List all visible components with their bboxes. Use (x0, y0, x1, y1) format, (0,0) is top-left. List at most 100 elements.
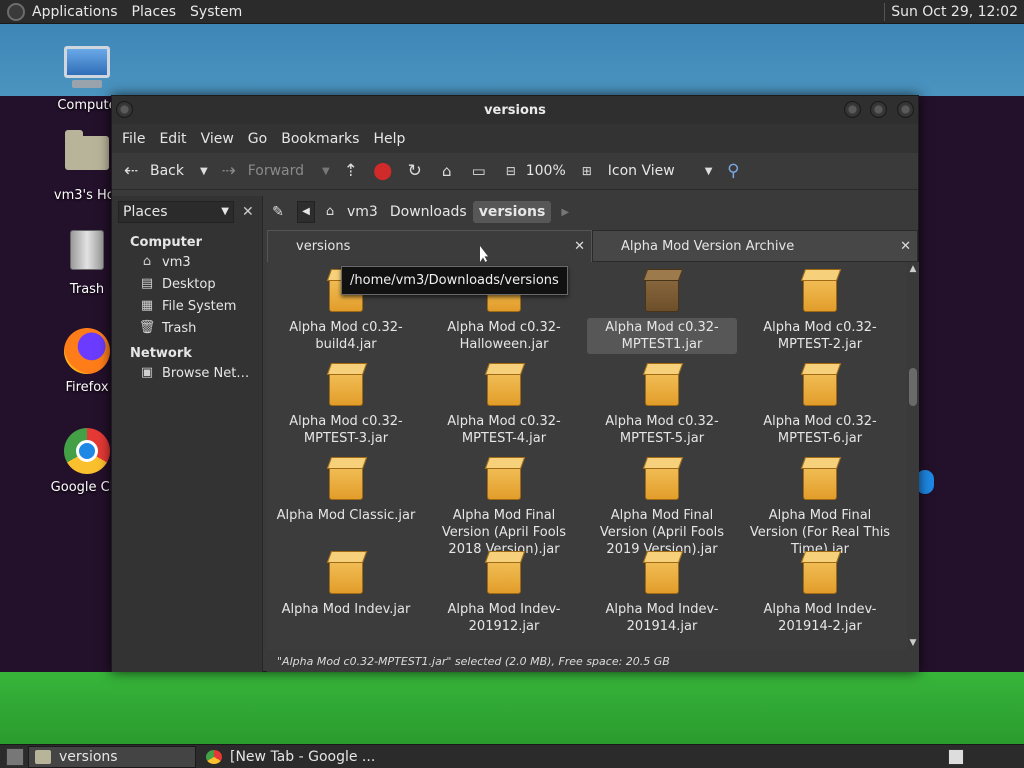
minimize-button[interactable] (844, 101, 861, 118)
menu-go[interactable]: Go (242, 131, 275, 147)
panel-separator (884, 2, 886, 21)
sidebar-item-trash[interactable]: 🗑 Trash (112, 316, 262, 338)
folder-icon (35, 749, 51, 764)
jar-file-icon (329, 462, 363, 500)
stop-button[interactable]: ⬤ (372, 160, 394, 182)
stop-icon: ⬤ (373, 161, 393, 181)
places-menu[interactable]: Places (125, 4, 184, 20)
file-view[interactable]: Alpha Mod c0.32-build4.jar Alpha Mod c0.3… (267, 262, 907, 650)
drive-icon: ▦ (140, 298, 154, 313)
close-button[interactable] (897, 101, 914, 118)
file-grid: Alpha Mod c0.32-build4.jar Alpha Mod c0.3… (267, 270, 907, 646)
show-desktop-icon[interactable] (6, 747, 24, 766)
bottom-panel: versions [New Tab - Google ... (0, 744, 1024, 768)
file-name: Alpha Mod c0.32-MPTEST-6.jar (763, 414, 877, 446)
back-label: Back (150, 163, 184, 179)
zoom-level[interactable]: 100% (526, 163, 566, 179)
up-button[interactable]: ⇡ (340, 160, 362, 182)
file-item[interactable]: Alpha Mod Indev-201914.jar (583, 552, 741, 650)
back-history-dropdown[interactable]: ▼ (200, 166, 208, 177)
window-menu-button[interactable] (116, 101, 133, 118)
sidebar-item-desktop[interactable]: ▤ Desktop (112, 272, 262, 294)
close-sidebar-icon[interactable]: ✕ (242, 204, 254, 220)
file-item[interactable]: Alpha Mod c0.32-MPTEST-6.jar (741, 364, 899, 458)
sidebar-group-network: Network (130, 346, 192, 361)
scrollbar-thumb[interactable] (909, 368, 917, 406)
home-button[interactable]: ⌂ (436, 160, 458, 182)
sidebar-item-file-system[interactable]: ▦ File System (112, 294, 262, 316)
sidebar-item-browse-network[interactable]: ▣ Browse Net… (112, 361, 262, 383)
view-mode-select[interactable]: Icon View ▼ (608, 163, 713, 179)
chrome-icon (63, 428, 111, 476)
distro-logo-icon[interactable] (7, 2, 25, 21)
window-title: versions (484, 102, 546, 118)
reload-icon: ↻ (407, 161, 422, 181)
taskbar-label: [New Tab - Google ... (230, 748, 376, 765)
file-item[interactable]: Alpha Mod c0.32-MPTEST-4.jar (425, 364, 583, 458)
file-item[interactable]: Alpha Mod c0.32-MPTEST1.jar (583, 270, 741, 364)
sidebar-item-vm3[interactable]: ⌂ vm3 (112, 250, 262, 272)
file-name: Alpha Mod c0.32-MPTEST-5.jar (605, 414, 719, 446)
computer-button[interactable]: ▭ (468, 160, 490, 182)
taskbar-item-chrome[interactable]: [New Tab - Google ... (200, 746, 381, 768)
back-button[interactable]: ⇠ Back ▼ (120, 160, 208, 182)
close-tab-icon[interactable]: ✕ (900, 239, 911, 254)
scrollbar[interactable]: ▲ ▼ (907, 262, 919, 650)
file-name: Alpha Mod c0.32-MPTEST-3.jar (289, 414, 403, 446)
tab-label: Alpha Mod Version Archive (621, 238, 795, 254)
window-titlebar[interactable]: versions (112, 96, 918, 124)
file-item[interactable]: Alpha Mod c0.32-MPTEST-5.jar (583, 364, 741, 458)
sidebar-group-computer: Computer (130, 235, 203, 250)
file-item[interactable]: Alpha Mod c0.32-MPTEST-2.jar (741, 270, 899, 364)
breadcrumb-vm3[interactable]: vm3 (341, 201, 384, 223)
breadcrumb-versions[interactable]: versions (472, 201, 552, 223)
sidebar-item-label: File System (162, 298, 237, 314)
jar-file-icon (487, 556, 521, 594)
file-item[interactable]: Alpha Mod c0.32-MPTEST-3.jar (267, 364, 425, 458)
menu-bookmarks[interactable]: Bookmarks (275, 131, 367, 147)
sidebar-item-label: Browse Net… (162, 365, 250, 381)
reload-button[interactable]: ↻ (404, 160, 426, 182)
close-tab-icon[interactable]: ✕ (574, 239, 585, 254)
home-folder-icon (63, 130, 111, 184)
search-button[interactable]: ⚲ (722, 160, 744, 182)
sidebar-item-label: vm3 (162, 254, 191, 270)
menu-help[interactable]: Help (367, 131, 413, 147)
zoom-in-button[interactable]: ⊞ (576, 160, 598, 182)
firefox-icon (63, 328, 111, 376)
clock[interactable]: Sun Oct 29, 12:02 (891, 4, 1024, 20)
file-name: Alpha Mod Indev-201912.jar (447, 602, 561, 634)
file-item[interactable]: Alpha Mod Indev-201912.jar (425, 552, 583, 650)
jar-file-icon (803, 274, 837, 312)
workspace-switcher[interactable] (948, 748, 964, 765)
scroll-up-icon[interactable]: ▲ (907, 264, 919, 274)
maximize-button[interactable] (870, 101, 887, 118)
edit-location-icon[interactable]: ✎ (267, 201, 289, 223)
menubar: File Edit View Go Bookmarks Help (112, 124, 918, 153)
tab-alpha-mod-version-archive[interactable]: Alpha Mod Version Archive ✕ (592, 230, 918, 262)
breadcrumb-scroll-right[interactable]: ▶ (561, 207, 569, 218)
zoom-out-icon: ⊟ (505, 164, 516, 178)
taskbar-item-versions[interactable]: versions (28, 745, 196, 768)
top-panel: Applications Places System Sun Oct 29, 1… (0, 0, 1024, 24)
file-name: Alpha Mod c0.32-build4.jar (289, 320, 403, 352)
menu-file[interactable]: File (116, 131, 153, 147)
menu-view[interactable]: View (195, 131, 242, 147)
tab-versions[interactable]: versions ✕ (267, 230, 592, 262)
jar-file-icon (329, 368, 363, 406)
file-name: Alpha Mod c0.32-MPTEST-2.jar (763, 320, 877, 352)
sidebar-selector[interactable]: Places ▼ (118, 200, 234, 223)
forward-button[interactable]: ⇢ Forward ▼ (218, 160, 330, 182)
zoom-out-button[interactable]: ⊟ (500, 160, 522, 182)
chevron-down-icon: ▼ (704, 165, 713, 177)
system-menu[interactable]: System (183, 4, 249, 20)
file-item[interactable]: Alpha Mod Indev.jar (267, 552, 425, 650)
menu-edit[interactable]: Edit (153, 131, 194, 147)
home-icon: ⌂ (142, 254, 152, 269)
breadcrumb-downloads[interactable]: Downloads (384, 201, 473, 223)
scroll-down-icon[interactable]: ▼ (907, 638, 919, 648)
file-item[interactable]: Alpha Mod Indev-201914-2.jar (741, 552, 899, 650)
forward-history-dropdown[interactable]: ▼ (322, 166, 330, 177)
applications-menu[interactable]: Applications (25, 4, 125, 20)
breadcrumb-scroll-left[interactable]: ◀ (297, 201, 315, 223)
